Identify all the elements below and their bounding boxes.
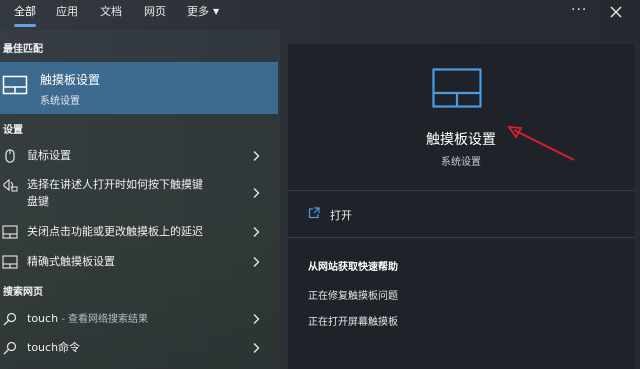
web-result-query: touch命令 — [27, 341, 81, 354]
search-window: 全部 应用 文档 网页 更多 ▼ ··· 最佳匹配 触摸板设置 系统设置 设置 — [0, 0, 640, 369]
caret-down-icon: ▼ — [213, 7, 220, 16]
more-options-button[interactable]: ··· — [571, 2, 587, 18]
mouse-icon — [5, 149, 15, 163]
best-match-header: 最佳匹配 — [3, 44, 43, 55]
preview-subtitle: 系统设置 — [441, 157, 481, 168]
help-link-onscreen-touchpad[interactable]: 正在打开屏幕触摸板 — [308, 313, 398, 328]
divider — [288, 190, 634, 191]
preview-panel: 触摸板设置 系统设置 打开 从网站获取快速帮助 正在修复触摸板问题 正在打开屏幕… — [288, 44, 634, 369]
best-match-subtitle: 系统设置 — [40, 96, 80, 107]
tab-more[interactable]: 更多 ▼ — [187, 5, 219, 19]
touchpad-icon — [432, 68, 482, 108]
tab-more-label: 更多 — [187, 5, 209, 18]
results-panel: 最佳匹配 触摸板设置 系统设置 设置 鼠标设置 选择在讲述人打开时如何按下触摸键… — [0, 30, 280, 369]
preview-title: 触摸板设置 — [426, 132, 496, 148]
settings-item-narrator[interactable]: 选择在讲述人打开时如何按下触摸键 盘键 — [0, 175, 278, 211]
best-match-title: 触摸板设置 — [40, 73, 101, 87]
help-link-fix-touchpad[interactable]: 正在修复触摸板问题 — [308, 287, 398, 302]
settings-item-mouse[interactable]: 鼠标设置 — [0, 146, 278, 166]
chevron-right-icon — [253, 257, 260, 267]
settings-item-label: 鼠标设置 — [27, 149, 71, 162]
web-result-hint: - 查看网络搜索结果 — [58, 314, 149, 325]
settings-item-tap-delay[interactable]: 关闭点击功能或更改触摸板上的延迟 — [0, 222, 278, 242]
tab-documents[interactable]: 文档 — [100, 5, 122, 19]
web-result-touch[interactable]: touch - 查看网络搜索结果 — [0, 309, 278, 329]
search-web-header: 搜索网页 — [3, 287, 43, 298]
close-icon[interactable] — [607, 3, 625, 21]
tab-all[interactable]: 全部 — [14, 5, 36, 19]
tab-web[interactable]: 网页 — [144, 5, 166, 19]
search-icon — [3, 341, 17, 355]
divider — [288, 237, 634, 238]
quick-help-title: 从网站获取快速帮助 — [308, 262, 398, 273]
settings-item-label: 关闭点击功能或更改触摸板上的延迟 — [27, 225, 203, 238]
web-result-touch-command[interactable]: touch命令 — [0, 338, 278, 358]
touchpad-icon — [2, 225, 18, 239]
chevron-right-icon — [253, 227, 260, 237]
settings-item-label: 精确式触摸板设置 — [27, 255, 115, 268]
annotation-arrow-icon — [507, 125, 575, 161]
settings-item-label-line1: 选择在讲述人打开时如何按下触摸键 — [27, 178, 203, 191]
chevron-right-icon — [253, 151, 260, 161]
settings-item-label-line2: 盘键 — [27, 195, 49, 208]
best-match-item[interactable]: 触摸板设置 系统设置 — [0, 62, 278, 114]
settings-header: 设置 — [3, 125, 23, 136]
touchpad-icon — [2, 75, 28, 95]
active-tab-indicator — [14, 24, 36, 27]
top-bar: 全部 应用 文档 网页 更多 ▼ ··· — [0, 0, 640, 30]
touchpad-icon — [2, 255, 18, 269]
open-external-icon — [308, 207, 320, 219]
settings-item-precision-touchpad[interactable]: 精确式触摸板设置 — [0, 252, 278, 272]
chevron-right-icon — [253, 314, 260, 324]
search-icon — [3, 312, 17, 326]
tab-apps[interactable]: 应用 — [56, 5, 78, 19]
chevron-right-icon — [253, 343, 260, 353]
open-label: 打开 — [330, 209, 352, 222]
narrator-icon — [3, 178, 18, 192]
chevron-right-icon — [253, 188, 260, 198]
open-button[interactable]: 打开 — [308, 206, 508, 224]
web-result-query: touch — [27, 312, 59, 325]
